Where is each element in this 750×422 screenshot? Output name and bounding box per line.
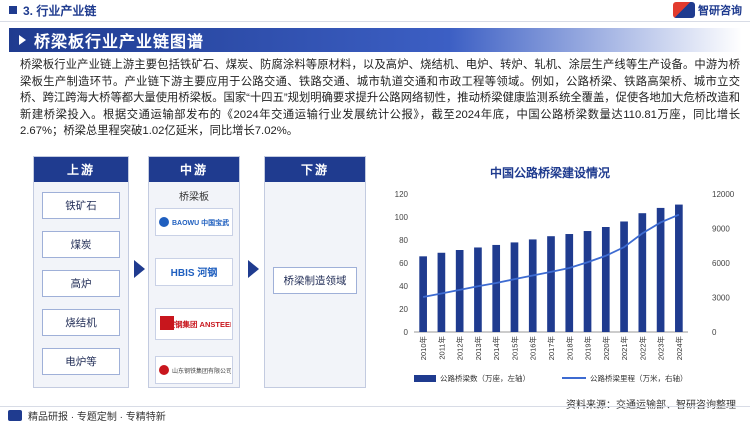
legend-bar-swatch bbox=[414, 375, 436, 382]
midstream-header: 中游 bbox=[149, 157, 239, 182]
baowu-logo-text: BAOWU 中国宝武 bbox=[172, 218, 229, 227]
hbis-logo-icon: HBIS 河钢 bbox=[171, 266, 218, 279]
bar-bridge-count bbox=[601, 227, 610, 332]
shandong-steel-logo-icon: 山东钢铁集团有限公司 bbox=[159, 365, 231, 375]
x-axis-tick-label: 2020年 bbox=[601, 336, 611, 361]
x-axis-tick-label: 2015年 bbox=[509, 336, 519, 361]
legend-line-label: 公路桥梁里程（万米，右轴） bbox=[590, 373, 688, 383]
upstream-item: 烧结机 bbox=[42, 309, 120, 336]
upstream-item: 高炉 bbox=[42, 270, 120, 297]
left-axis-tick-label: 0 bbox=[404, 328, 409, 337]
footer-logo-icon bbox=[8, 410, 22, 421]
x-axis-tick-label: 2017年 bbox=[546, 336, 556, 361]
bar-bridge-count bbox=[675, 204, 683, 332]
intro-paragraph: 桥梁板行业产业链上游主要包括铁矿石、煤炭、防腐涂料等原材料，以及高炉、烧结机、电… bbox=[20, 59, 740, 138]
chart-title: 中国公路桥梁建设情况 bbox=[489, 166, 610, 180]
bar-bridge-count bbox=[565, 234, 574, 332]
brand-name: 智研咨询 bbox=[698, 5, 742, 17]
ansteel-logo: 鞍钢集团 ANSTEEL bbox=[155, 308, 233, 340]
right-axis-tick-label: 3000 bbox=[712, 294, 730, 303]
left-axis-tick-label: 100 bbox=[395, 213, 409, 222]
right-axis-tick-label: 0 bbox=[712, 328, 717, 337]
right-axis-tick-label: 6000 bbox=[712, 259, 730, 268]
right-axis-tick-label: 9000 bbox=[712, 225, 730, 234]
brand: 智研咨询 bbox=[673, 2, 742, 18]
upstream-item: 电炉等 bbox=[42, 348, 120, 375]
flow-arrow-icon bbox=[134, 260, 145, 278]
page-title: 桥梁板行业产业链图谱 bbox=[34, 34, 205, 51]
shandong-steel-logo: 山东钢铁集团有限公司 bbox=[155, 356, 233, 384]
right-axis-tick-label: 12000 bbox=[712, 190, 735, 199]
bar-bridge-count bbox=[528, 239, 537, 332]
footer: 精品研报 · 专题定制 · 专精特新 bbox=[8, 408, 166, 422]
bar-bridge-count bbox=[656, 207, 665, 332]
hbis-logo: HBIS 河钢 bbox=[155, 258, 233, 286]
shandong-steel-logo-text: 山东钢铁集团有限公司 bbox=[172, 367, 231, 375]
baowu-logo: BAOWU 中国宝武 bbox=[155, 208, 233, 236]
x-axis-tick-label: 2010年 bbox=[418, 336, 428, 361]
bar-bridge-count bbox=[492, 244, 501, 332]
title-bar: 桥梁板行业产业链图谱 bbox=[9, 28, 742, 52]
bar-bridge-count bbox=[620, 221, 628, 332]
bar-bridge-count bbox=[510, 242, 519, 332]
ansteel-logo-text: 鞍钢集团 ANSTEEL bbox=[167, 319, 231, 329]
x-axis-tick-label: 2021年 bbox=[619, 336, 629, 361]
left-axis-tick-label: 40 bbox=[399, 282, 408, 291]
bar-bridge-count bbox=[583, 231, 592, 332]
x-axis-tick-label: 2018年 bbox=[564, 336, 574, 361]
top-bar: 3. 行业产业链 bbox=[0, 0, 750, 20]
midstream-product: 桥梁板 bbox=[179, 192, 209, 203]
midstream-column: 中游 桥梁板 BAOWU 中国宝武 HBIS 河钢 鞍钢集团 ANSTEEL 山… bbox=[148, 156, 240, 388]
upstream-header: 上游 bbox=[34, 157, 128, 182]
section-title: 3. 行业产业链 bbox=[23, 3, 97, 18]
downstream-column: 下游 桥梁制造领域 bbox=[264, 156, 366, 388]
left-axis-tick-label: 80 bbox=[399, 236, 408, 245]
x-axis-tick-label: 2019年 bbox=[583, 336, 593, 361]
bar-bridge-count bbox=[419, 256, 427, 332]
x-axis-tick-label: 2022年 bbox=[637, 336, 647, 361]
play-triangle-icon bbox=[19, 35, 26, 45]
upstream-item: 煤炭 bbox=[42, 231, 120, 258]
bar-bridge-count bbox=[474, 247, 482, 332]
downstream-item: 桥梁制造领域 bbox=[273, 267, 357, 294]
hbis-logo-text: HBIS 河钢 bbox=[171, 266, 218, 279]
upstream-item: 铁矿石 bbox=[42, 192, 120, 219]
flow-arrow-icon bbox=[248, 260, 259, 278]
x-axis-tick-label: 2013年 bbox=[473, 336, 483, 361]
footer-divider bbox=[0, 406, 750, 407]
left-axis-tick-label: 20 bbox=[399, 305, 408, 314]
chart-svg: 0 20 40 60 80 100 120 0 3000 6000 9000 12000 2010年 20… bbox=[395, 190, 735, 383]
ansteel-logo-icon: 鞍钢集团 ANSTEEL bbox=[160, 316, 231, 330]
footer-text: 精品研报 · 专题定制 · 专精特新 bbox=[28, 412, 166, 422]
bridge-chart: 中国公路桥梁建设情况 0 20 40 60 80 100 120 0 3000 6000 9000 1… bbox=[380, 160, 742, 392]
x-axis-tick-label: 2023年 bbox=[656, 336, 666, 361]
bar-bridge-count bbox=[547, 236, 555, 332]
header-divider bbox=[0, 21, 750, 22]
x-axis-tick-label: 2024年 bbox=[674, 336, 684, 361]
baowu-logo-icon: BAOWU 中国宝武 bbox=[159, 217, 229, 227]
left-axis-tick-label: 120 bbox=[395, 190, 409, 199]
source-note: 资料来源：交通运输部、智研咨询整理 bbox=[566, 396, 736, 411]
upstream-column: 上游 铁矿石 煤炭 高炉 烧结机 电炉等 bbox=[33, 156, 129, 388]
legend-bar-label: 公路桥梁数（万座，左轴） bbox=[440, 373, 530, 383]
x-axis-tick-label: 2016年 bbox=[528, 336, 538, 361]
left-axis-tick-label: 60 bbox=[399, 259, 408, 268]
downstream-header: 下游 bbox=[265, 157, 365, 182]
brand-logo-icon bbox=[673, 2, 695, 18]
x-axis-tick-label: 2012年 bbox=[455, 336, 465, 361]
section-marker-icon bbox=[9, 6, 17, 14]
x-axis-tick-label: 2011年 bbox=[436, 336, 446, 360]
x-axis-tick-label: 2014年 bbox=[491, 336, 501, 361]
